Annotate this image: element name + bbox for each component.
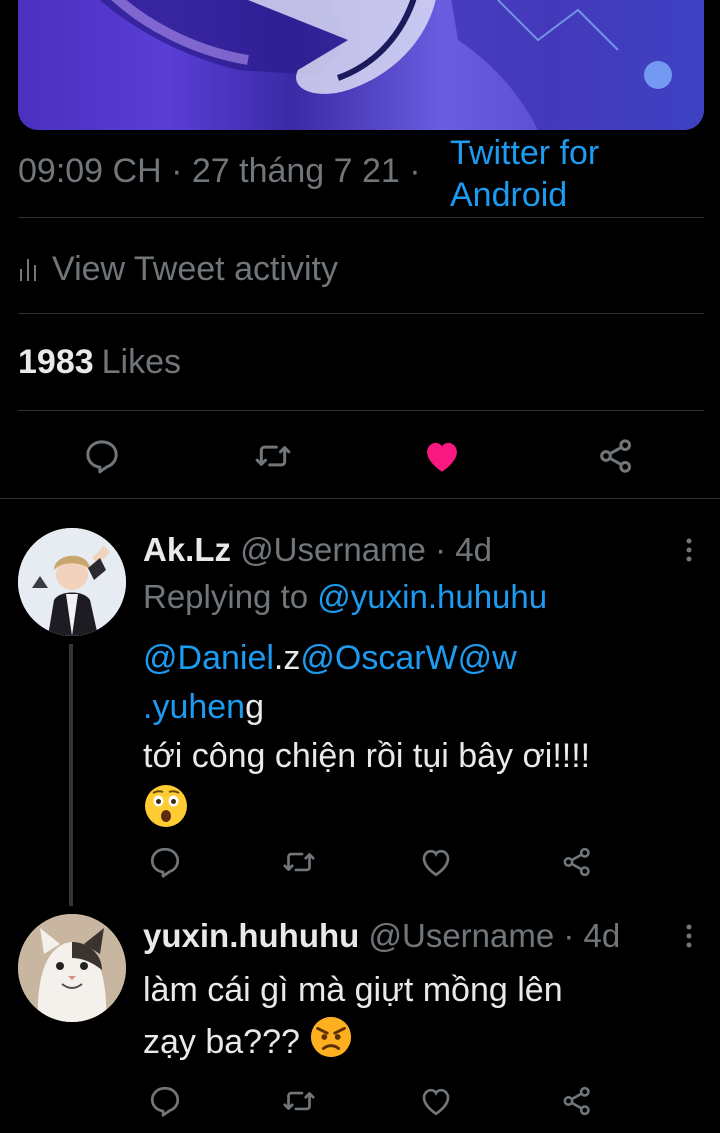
retweet-icon bbox=[283, 852, 315, 872]
like-icon bbox=[422, 849, 450, 877]
tweet-source-line2: Android bbox=[450, 176, 568, 214]
view-tweet-activity-button[interactable]: View Tweet activity bbox=[18, 245, 338, 293]
divider bbox=[18, 313, 704, 314]
share-icon bbox=[600, 439, 631, 473]
reply-action-bar bbox=[143, 840, 603, 884]
reply-button[interactable] bbox=[143, 1079, 187, 1123]
mention-link[interactable]: @Daniel bbox=[143, 639, 274, 677]
tweet-action-bar bbox=[0, 430, 720, 482]
share-icon bbox=[563, 847, 590, 877]
reply-action-bar bbox=[143, 1079, 603, 1123]
mention-tail: .z bbox=[273, 639, 301, 677]
thread-line bbox=[69, 644, 73, 906]
replying-prefix: Replying to bbox=[143, 578, 309, 615]
share-icon bbox=[563, 1086, 590, 1116]
retweet-button[interactable] bbox=[277, 840, 321, 884]
mention-link[interactable]: .yuhen bbox=[143, 688, 245, 726]
reply-header: yuxin.huhuhu @Username · 4d bbox=[143, 916, 683, 956]
reply-author-name[interactable]: yuxin.huhuhu bbox=[143, 917, 359, 954]
replying-to: Replying to @yuxin.huhuhu bbox=[143, 574, 683, 620]
reply-icon bbox=[86, 440, 118, 474]
reply-body-text: tới công chiện rồi tụi bây ơi!!!! bbox=[143, 737, 591, 775]
divider bbox=[18, 217, 704, 218]
tweet-media-artwork bbox=[99, 0, 704, 130]
avatar-image bbox=[18, 528, 126, 636]
like-icon bbox=[422, 1088, 450, 1116]
divider bbox=[0, 498, 720, 499]
tweet-meta: 09:09 CH · 27 tháng 7 21 · Twitter for A… bbox=[18, 132, 704, 216]
reply-author-handle: @Username · 4d bbox=[368, 917, 621, 954]
likes-label: Likes bbox=[101, 343, 182, 381]
tweet-timestamp: 09:09 CH · 27 tháng 7 21 · bbox=[18, 152, 421, 190]
more-icon bbox=[686, 924, 692, 948]
retweet-button[interactable] bbox=[247, 430, 299, 482]
likes-count-link[interactable]: 1983 Likes bbox=[18, 343, 181, 382]
retweet-icon bbox=[283, 1091, 315, 1111]
reply-author-name[interactable]: Ak.Lz bbox=[143, 531, 231, 568]
divider bbox=[18, 410, 704, 411]
tweet-media-image[interactable] bbox=[18, 0, 704, 130]
mention-tail: g bbox=[245, 688, 265, 726]
reply-button[interactable] bbox=[143, 840, 187, 884]
reply-button[interactable] bbox=[76, 430, 128, 482]
more-options-button[interactable] bbox=[674, 530, 704, 570]
tweet-source-line1: Twitter for bbox=[450, 134, 600, 172]
avatar-image bbox=[18, 914, 126, 1022]
reply-author-handle: @Username · 4d bbox=[240, 531, 492, 568]
retweet-icon bbox=[255, 445, 291, 467]
like-button[interactable] bbox=[414, 840, 458, 884]
retweet-button[interactable] bbox=[277, 1079, 321, 1123]
angry-face-icon bbox=[309, 1015, 353, 1073]
replying-to-mention[interactable]: @yuxin.huhuhu bbox=[317, 578, 547, 615]
mention-link[interactable]: @OscarW@w bbox=[300, 639, 516, 677]
reply-body-line: zạy ba??? bbox=[143, 1022, 300, 1061]
share-button[interactable] bbox=[555, 840, 599, 884]
avatar[interactable] bbox=[18, 528, 126, 636]
tweet-source-link[interactable]: Twitter for Android bbox=[450, 132, 599, 216]
more-options-button[interactable] bbox=[674, 916, 704, 956]
like-button[interactable] bbox=[414, 1079, 458, 1123]
like-icon bbox=[427, 442, 457, 472]
reply-body-line: làm cái gì mà giựt mồng lên bbox=[143, 971, 563, 1009]
avatar[interactable] bbox=[18, 914, 126, 1022]
reply-text: @Daniel.z@OscarW@w .yuheng tới công chiệ… bbox=[143, 634, 683, 843]
share-button[interactable] bbox=[590, 430, 642, 482]
activity-label: View Tweet activity bbox=[52, 249, 338, 288]
reply-text: làm cái gì mà giựt mồng lên zạy ba??? bbox=[143, 966, 683, 1073]
share-button[interactable] bbox=[555, 1079, 599, 1123]
reply-content: yuxin.huhuhu @Username · 4d làm cái gì m… bbox=[143, 916, 683, 1073]
more-icon bbox=[686, 538, 692, 562]
reply-icon bbox=[150, 847, 180, 878]
activity-icon bbox=[18, 257, 40, 281]
reply-content: Ak.Lz @Username · 4d Replying to @yuxin.… bbox=[143, 530, 683, 843]
reply-icon bbox=[150, 1086, 180, 1117]
reply-header: Ak.Lz @Username · 4d bbox=[143, 530, 683, 570]
astonished-face-icon bbox=[143, 783, 189, 843]
likes-count: 1983 bbox=[18, 343, 94, 381]
like-button[interactable] bbox=[416, 430, 468, 482]
